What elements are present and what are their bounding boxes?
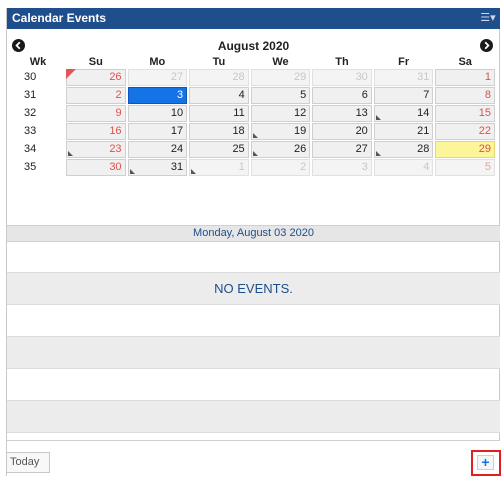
event-marker-icon (191, 169, 197, 174)
day-cell[interactable]: 17 (127, 123, 188, 140)
header-saturday: Sa (458, 56, 472, 68)
day-cell[interactable]: 31 (373, 69, 434, 86)
widget-footer: Today + (6, 440, 501, 477)
day-cell[interactable]: 15 (435, 105, 495, 122)
header-sunday: Su (88, 56, 103, 68)
calendar-grid: Wk Su Mo Tu We Th Fr Sa 30 26 27 28 29 3… (10, 56, 497, 177)
no-events-message: NO EVENTS. (214, 281, 293, 296)
day-cell[interactable]: 22 (435, 123, 495, 140)
day-cell[interactable]: 30 (312, 69, 372, 86)
day-cell[interactable]: 7 (373, 87, 434, 104)
day-cell[interactable]: 21 (373, 123, 434, 140)
day-cell[interactable]: 24 (127, 141, 188, 158)
event-row: NO EVENTS. (7, 273, 500, 305)
header-monday: Mo (149, 56, 166, 68)
event-row (7, 401, 500, 433)
day-cell[interactable]: 12 (250, 105, 311, 122)
today-button[interactable]: Today (6, 452, 50, 473)
week-number: 34 (12, 141, 64, 158)
day-cell[interactable]: 31 (127, 159, 188, 176)
day-cell[interactable]: 9 (66, 105, 126, 122)
chevron-right-circle-icon[interactable] (480, 39, 493, 52)
day-cell[interactable]: 1 (435, 69, 495, 86)
event-row (7, 305, 500, 337)
flag-icon (66, 69, 76, 79)
event-marker-icon (129, 169, 135, 174)
header-week: Wk (29, 56, 47, 68)
day-cell[interactable]: 30 (66, 159, 126, 176)
day-cell[interactable]: 18 (189, 123, 249, 140)
week-number: 31 (12, 87, 64, 104)
day-cell[interactable]: 2 (66, 87, 126, 104)
calendar-events-widget: Calendar Events ☰▾ August 2020 Wk Su Mo … (6, 8, 501, 477)
week-row: 35 30 31 1 2 3 4 5 (12, 159, 495, 176)
add-button-highlight: + (471, 450, 501, 476)
day-cell[interactable]: 4 (373, 159, 434, 176)
day-cell[interactable]: 27 (127, 69, 188, 86)
week-row: 30 26 27 28 29 30 31 1 (12, 69, 495, 86)
month-navigation: August 2020 (7, 37, 500, 55)
event-marker-icon (68, 151, 73, 156)
day-cell[interactable]: 27 (312, 141, 372, 158)
day-cell[interactable]: 13 (312, 105, 372, 122)
add-event-button[interactable]: + (477, 455, 494, 470)
day-cell[interactable]: 26 (250, 141, 311, 158)
day-cell[interactable]: 2 (250, 159, 311, 176)
day-cell[interactable]: 11 (189, 105, 249, 122)
menu-dropdown-icon[interactable]: ☰▾ (480, 8, 496, 29)
header-friday: Fr (398, 56, 410, 68)
week-number: 30 (12, 69, 64, 86)
event-row (7, 369, 500, 401)
day-cell[interactable]: 14 (373, 105, 434, 122)
week-row: 32 9 10 11 12 13 14 15 (12, 105, 495, 122)
selected-date-label: Monday, August 03 2020 (7, 225, 500, 242)
widget-title: Calendar Events (12, 11, 107, 25)
header-wednesday: We (272, 56, 289, 68)
event-marker-icon (375, 151, 381, 156)
day-cell-selected[interactable]: 3 (127, 87, 188, 104)
week-row: 33 16 17 18 19 20 21 22 (12, 123, 495, 140)
month-label: August 2020 (217, 39, 290, 53)
day-cell[interactable]: 20 (312, 123, 372, 140)
week-number: 35 (12, 159, 64, 176)
header-thursday: Th (335, 56, 349, 68)
day-cell[interactable]: 3 (312, 159, 372, 176)
day-cell[interactable]: 29 (250, 69, 311, 86)
day-cell[interactable]: 5 (435, 159, 495, 176)
week-row: 34 23 24 25 26 27 28 29 (12, 141, 495, 158)
day-cell[interactable]: 4 (189, 87, 249, 104)
day-cell[interactable]: 28 (373, 141, 434, 158)
event-marker-icon (252, 151, 258, 156)
event-row (7, 241, 500, 273)
header-tuesday: Tu (212, 56, 226, 68)
day-cell[interactable]: 10 (127, 105, 188, 122)
day-cell[interactable]: 1 (189, 159, 249, 176)
day-cell[interactable]: 8 (435, 87, 495, 104)
day-cell-today[interactable]: 29 (435, 141, 495, 158)
event-row (7, 337, 500, 369)
day-cell[interactable]: 16 (66, 123, 126, 140)
day-cell[interactable]: 28 (189, 69, 249, 86)
day-cell[interactable]: 6 (312, 87, 372, 104)
calendar-header-row: Wk Su Mo Tu We Th Fr Sa (12, 57, 495, 68)
event-marker-icon (252, 133, 258, 138)
day-cell[interactable]: 23 (66, 141, 126, 158)
top-strip (0, 0, 502, 8)
week-number: 33 (12, 123, 64, 140)
day-cell[interactable]: 25 (189, 141, 249, 158)
day-cell[interactable]: 5 (250, 87, 311, 104)
widget-titlebar: Calendar Events ☰▾ (7, 8, 500, 29)
day-cell[interactable]: 26 (66, 69, 126, 86)
week-number: 32 (12, 105, 64, 122)
week-row: 31 2 3 4 5 6 7 8 (12, 87, 495, 104)
event-marker-icon (375, 115, 381, 120)
day-cell[interactable]: 19 (250, 123, 311, 140)
